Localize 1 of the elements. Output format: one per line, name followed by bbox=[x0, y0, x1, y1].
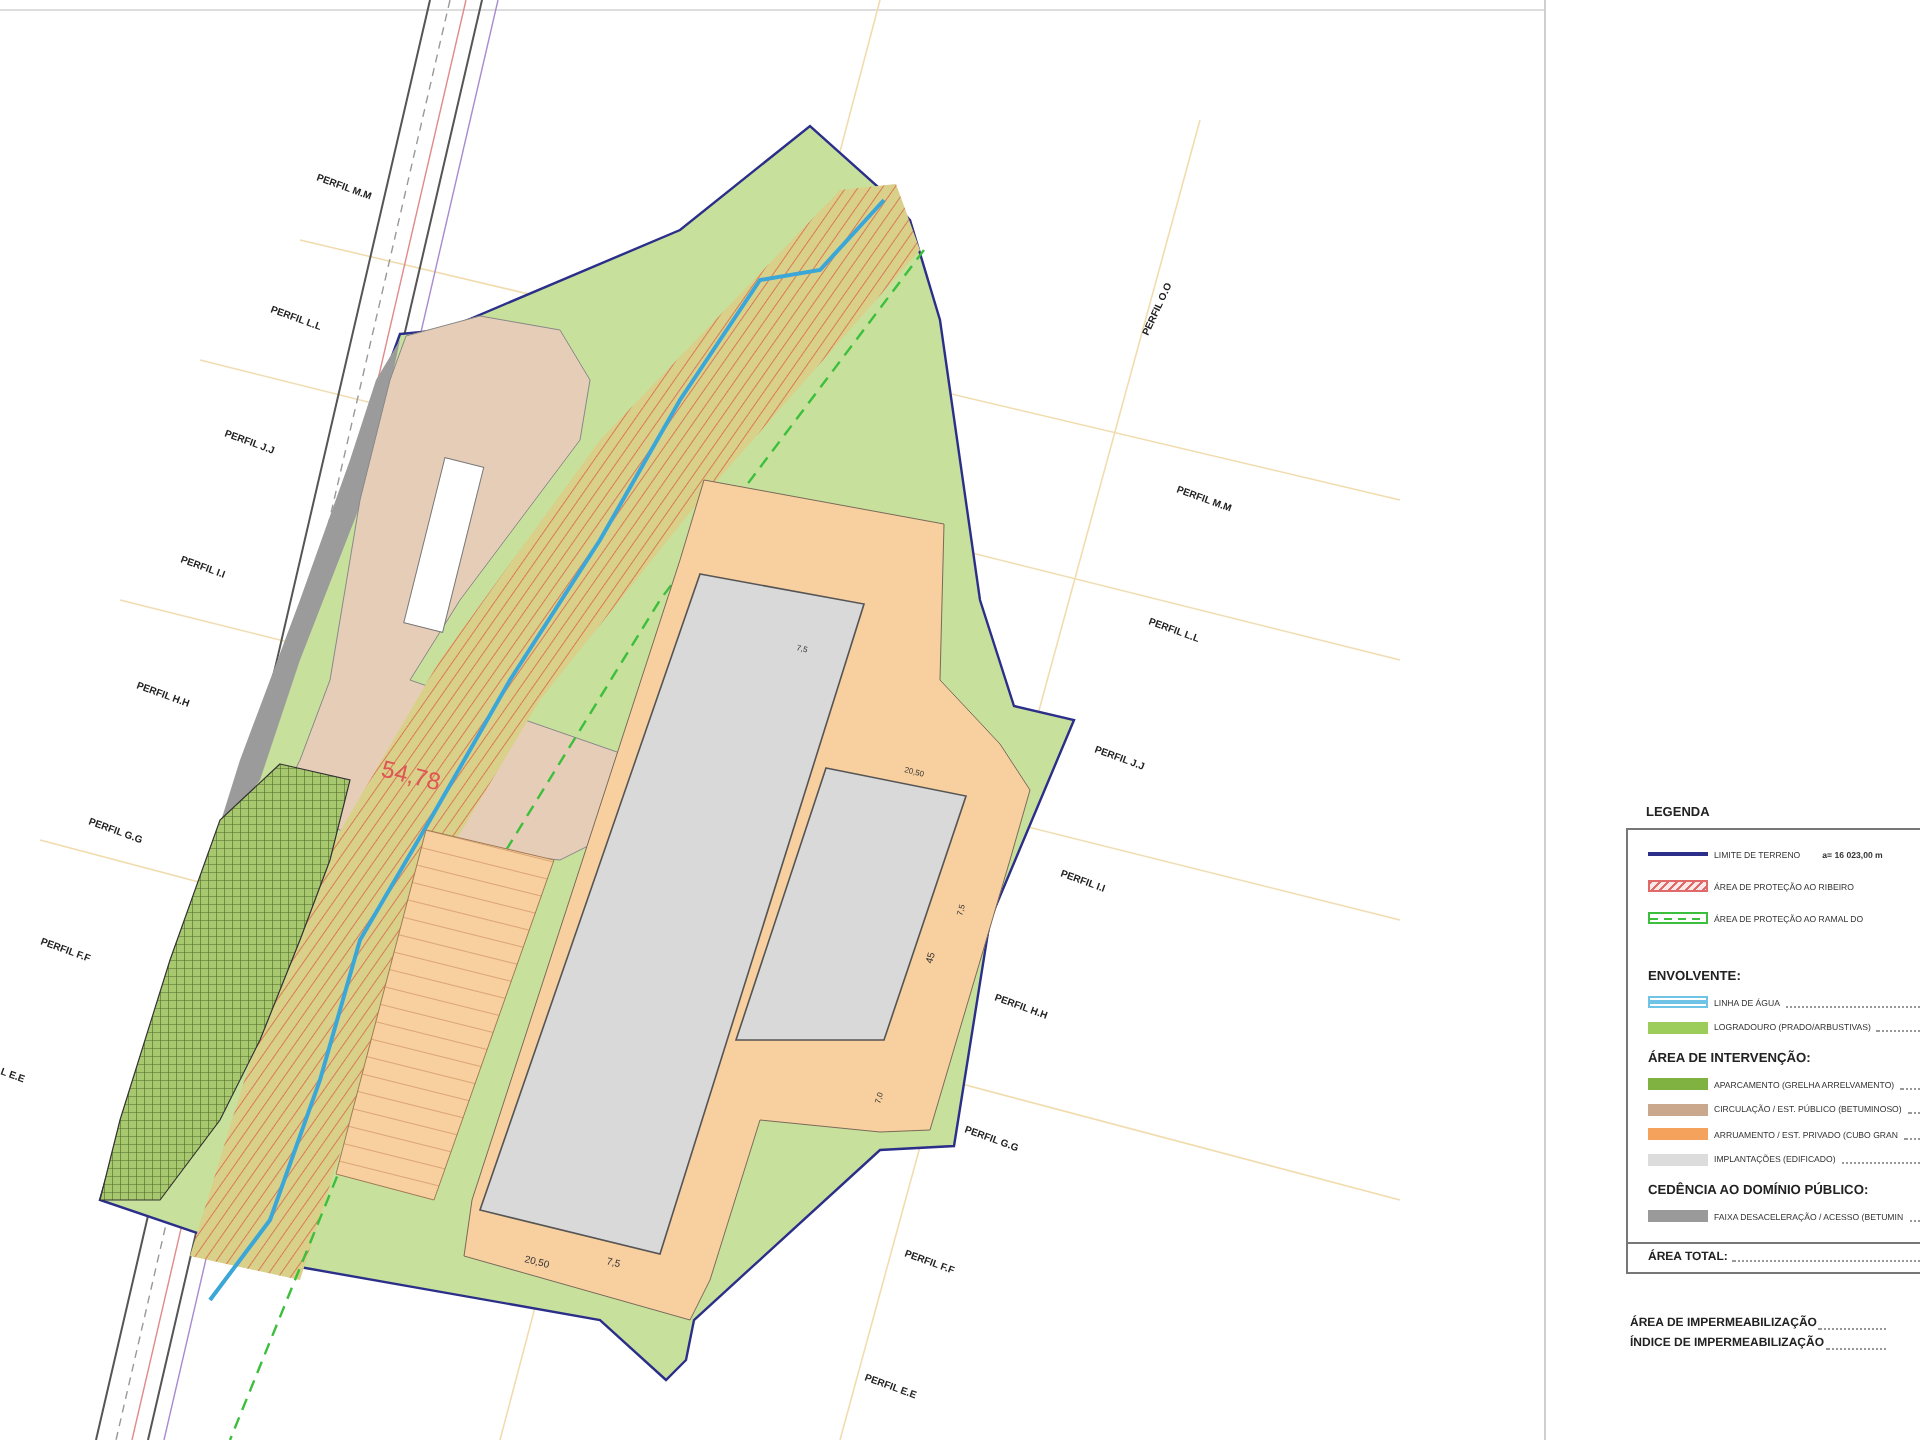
dimension-label: 54,78 bbox=[378, 754, 444, 797]
